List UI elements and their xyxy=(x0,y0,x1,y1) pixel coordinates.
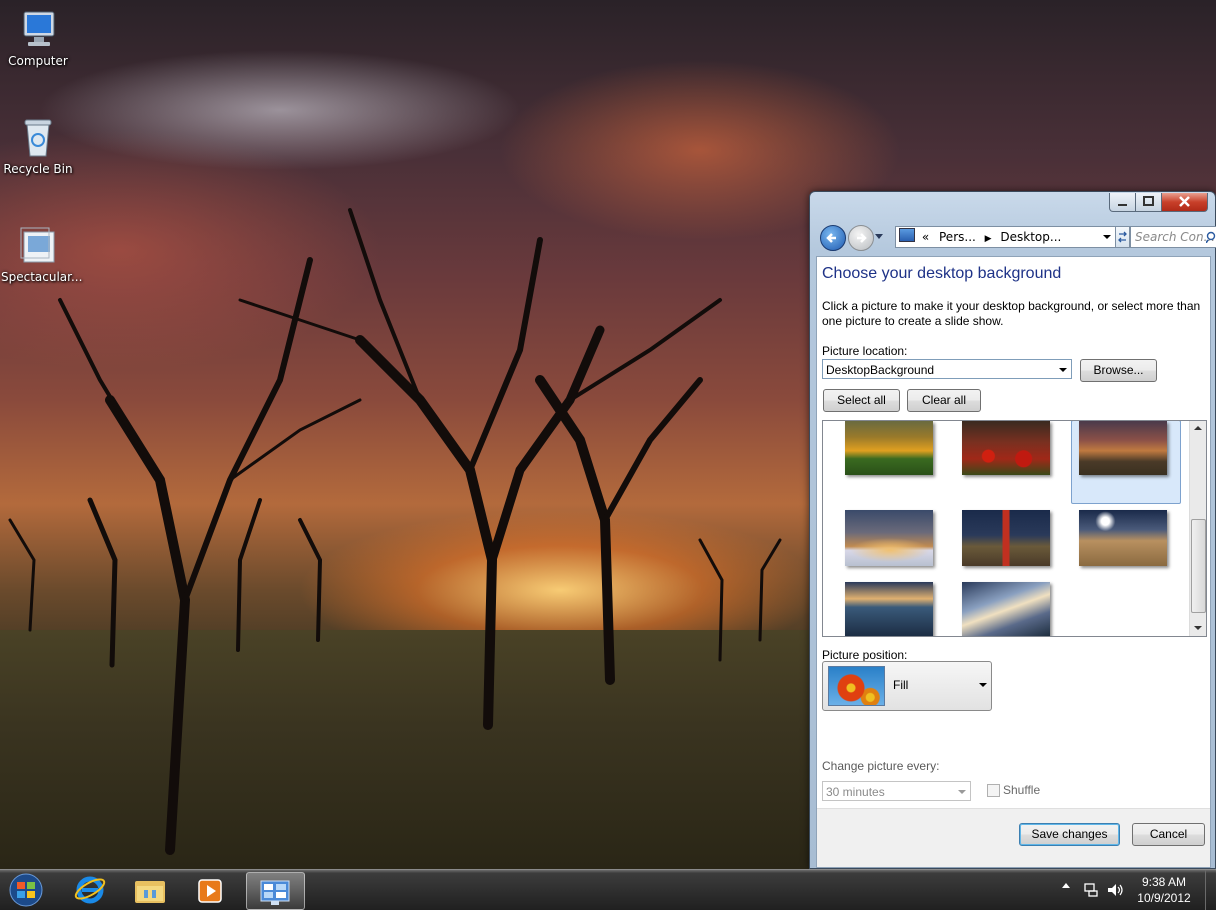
internet-explorer-icon xyxy=(74,876,106,904)
select-all-button[interactable]: Select all xyxy=(823,389,900,412)
dialog-footer: Save changes Cancel xyxy=(817,808,1210,867)
picture-location-label: Picture location: xyxy=(822,344,908,358)
thumbnail-red-poppies[interactable] xyxy=(962,421,1050,475)
chevron-down-icon xyxy=(1059,368,1067,372)
scroll-thumb[interactable] xyxy=(1191,519,1206,613)
close-icon xyxy=(1179,196,1190,207)
thumbnail-cloud-sky[interactable] xyxy=(962,582,1050,636)
address-overflow-chevrons[interactable]: « xyxy=(922,230,929,244)
taskbar: 9:38 AM 10/9/2012 xyxy=(0,869,1216,910)
recycle-bin-icon xyxy=(16,116,60,160)
thumbnail-sunset-trees[interactable] xyxy=(1079,421,1167,475)
minimize-button[interactable] xyxy=(1109,193,1136,212)
thumbnail-sunflowers[interactable] xyxy=(845,421,933,475)
clock-time: 9:38 AM xyxy=(1141,875,1187,889)
desktop-icon-computer[interactable]: Computer xyxy=(1,8,75,68)
breadcrumb-desktop-background[interactable]: Desktop... xyxy=(1000,230,1061,244)
control-panel-icon xyxy=(899,228,915,242)
gallery-scrollbar[interactable] xyxy=(1189,421,1206,636)
folder-icon xyxy=(135,881,165,903)
thumbnail-lighthouse[interactable] xyxy=(962,510,1050,566)
clear-all-button[interactable]: Clear all xyxy=(907,389,981,412)
chevron-down-icon xyxy=(979,683,987,687)
address-dropdown-icon[interactable] xyxy=(1103,235,1111,239)
computer-icon xyxy=(16,8,60,52)
taskbar-media-player[interactable] xyxy=(182,872,238,908)
personalization-icon xyxy=(260,880,290,905)
change-picture-dropdown: 30 minutes xyxy=(822,781,971,801)
search-icon xyxy=(1206,231,1216,243)
picture-position-value: Fill xyxy=(893,678,909,692)
desktop-icon-label: Computer xyxy=(8,54,68,68)
taskbar-file-explorer[interactable] xyxy=(122,872,178,908)
desktop-icon-spectacular[interactable]: Spectacular... xyxy=(1,224,82,284)
picture-location-value: DesktopBackground xyxy=(826,363,935,377)
browse-button[interactable]: Browse... xyxy=(1080,359,1157,382)
change-picture-value: 30 minutes xyxy=(826,785,885,799)
desktop-icon-label: Recycle Bin xyxy=(3,162,73,176)
save-changes-button[interactable]: Save changes xyxy=(1019,823,1120,846)
forward-arrow-icon xyxy=(857,233,867,243)
taskbar-internet-explorer[interactable] xyxy=(62,872,118,908)
search-input[interactable]: Search Con... xyxy=(1131,230,1215,244)
page-description: Click a picture to make it your desktop … xyxy=(822,299,1201,328)
start-button[interactable] xyxy=(0,872,52,908)
change-picture-label: Change picture every: xyxy=(822,759,940,773)
address-bar[interactable]: « Pers... ▶ Desktop... xyxy=(895,226,1117,248)
recent-pages-chevron-icon[interactable] xyxy=(875,234,883,239)
refresh-button[interactable] xyxy=(1115,226,1130,248)
scroll-down-icon[interactable] xyxy=(1194,626,1202,630)
picture-gallery[interactable] xyxy=(822,420,1207,637)
chevron-down-icon xyxy=(958,790,966,794)
thumbnail-lake-evening[interactable] xyxy=(845,582,933,636)
shuffle-label: Shuffle xyxy=(1003,783,1041,797)
minimize-icon xyxy=(1118,204,1127,206)
back-button[interactable] xyxy=(820,225,846,251)
content-pane: Choose your desktop background Click a p… xyxy=(816,256,1211,868)
maximize-button[interactable] xyxy=(1135,193,1162,212)
thumbnail-tree-at-sunset[interactable] xyxy=(845,510,933,566)
clock-date: 10/9/2012 xyxy=(1137,891,1191,905)
shuffle-checkbox xyxy=(987,784,1000,797)
picture-position-label: Picture position: xyxy=(822,648,908,662)
desktop-background-window: « Pers... ▶ Desktop... Search Con... Cho… xyxy=(809,191,1216,869)
taskbar-personalization[interactable] xyxy=(246,872,305,910)
fill-preview-icon xyxy=(828,666,885,706)
thumbnail-sandy-road[interactable] xyxy=(1079,510,1167,566)
wallpaper-trees xyxy=(8,208,782,855)
windows-orb-icon xyxy=(9,873,43,907)
media-player-icon xyxy=(198,879,222,903)
close-button[interactable] xyxy=(1161,193,1208,212)
show-desktop-button[interactable] xyxy=(1205,870,1216,910)
volume-icon[interactable] xyxy=(1106,882,1124,898)
refresh-icon xyxy=(1118,231,1127,243)
network-icon[interactable] xyxy=(1083,882,1099,898)
scroll-up-icon[interactable] xyxy=(1194,426,1202,430)
cancel-button[interactable]: Cancel xyxy=(1132,823,1205,846)
desktop-icon-recycle-bin[interactable]: Recycle Bin xyxy=(1,116,75,176)
breadcrumb-personalization[interactable]: Pers... xyxy=(939,230,976,244)
page-title: Choose your desktop background xyxy=(822,265,1062,282)
system-clock[interactable]: 9:38 AM 10/9/2012 xyxy=(1128,874,1200,906)
back-arrow-icon xyxy=(826,233,836,243)
breadcrumb-separator-icon[interactable]: ▶ xyxy=(985,234,992,244)
forward-button[interactable] xyxy=(848,225,874,251)
picture-location-dropdown[interactable]: DesktopBackground xyxy=(822,359,1072,379)
search-box[interactable]: Search Con... xyxy=(1130,226,1216,248)
theme-pack-icon xyxy=(16,224,60,268)
navigation-bar: « Pers... ▶ Desktop... Search Con... xyxy=(818,222,1216,252)
desktop-icon-label: Spectacular... xyxy=(1,270,83,284)
maximize-icon xyxy=(1143,196,1154,206)
picture-position-dropdown[interactable]: Fill xyxy=(822,661,992,711)
show-hidden-icons-icon[interactable] xyxy=(1062,883,1070,888)
